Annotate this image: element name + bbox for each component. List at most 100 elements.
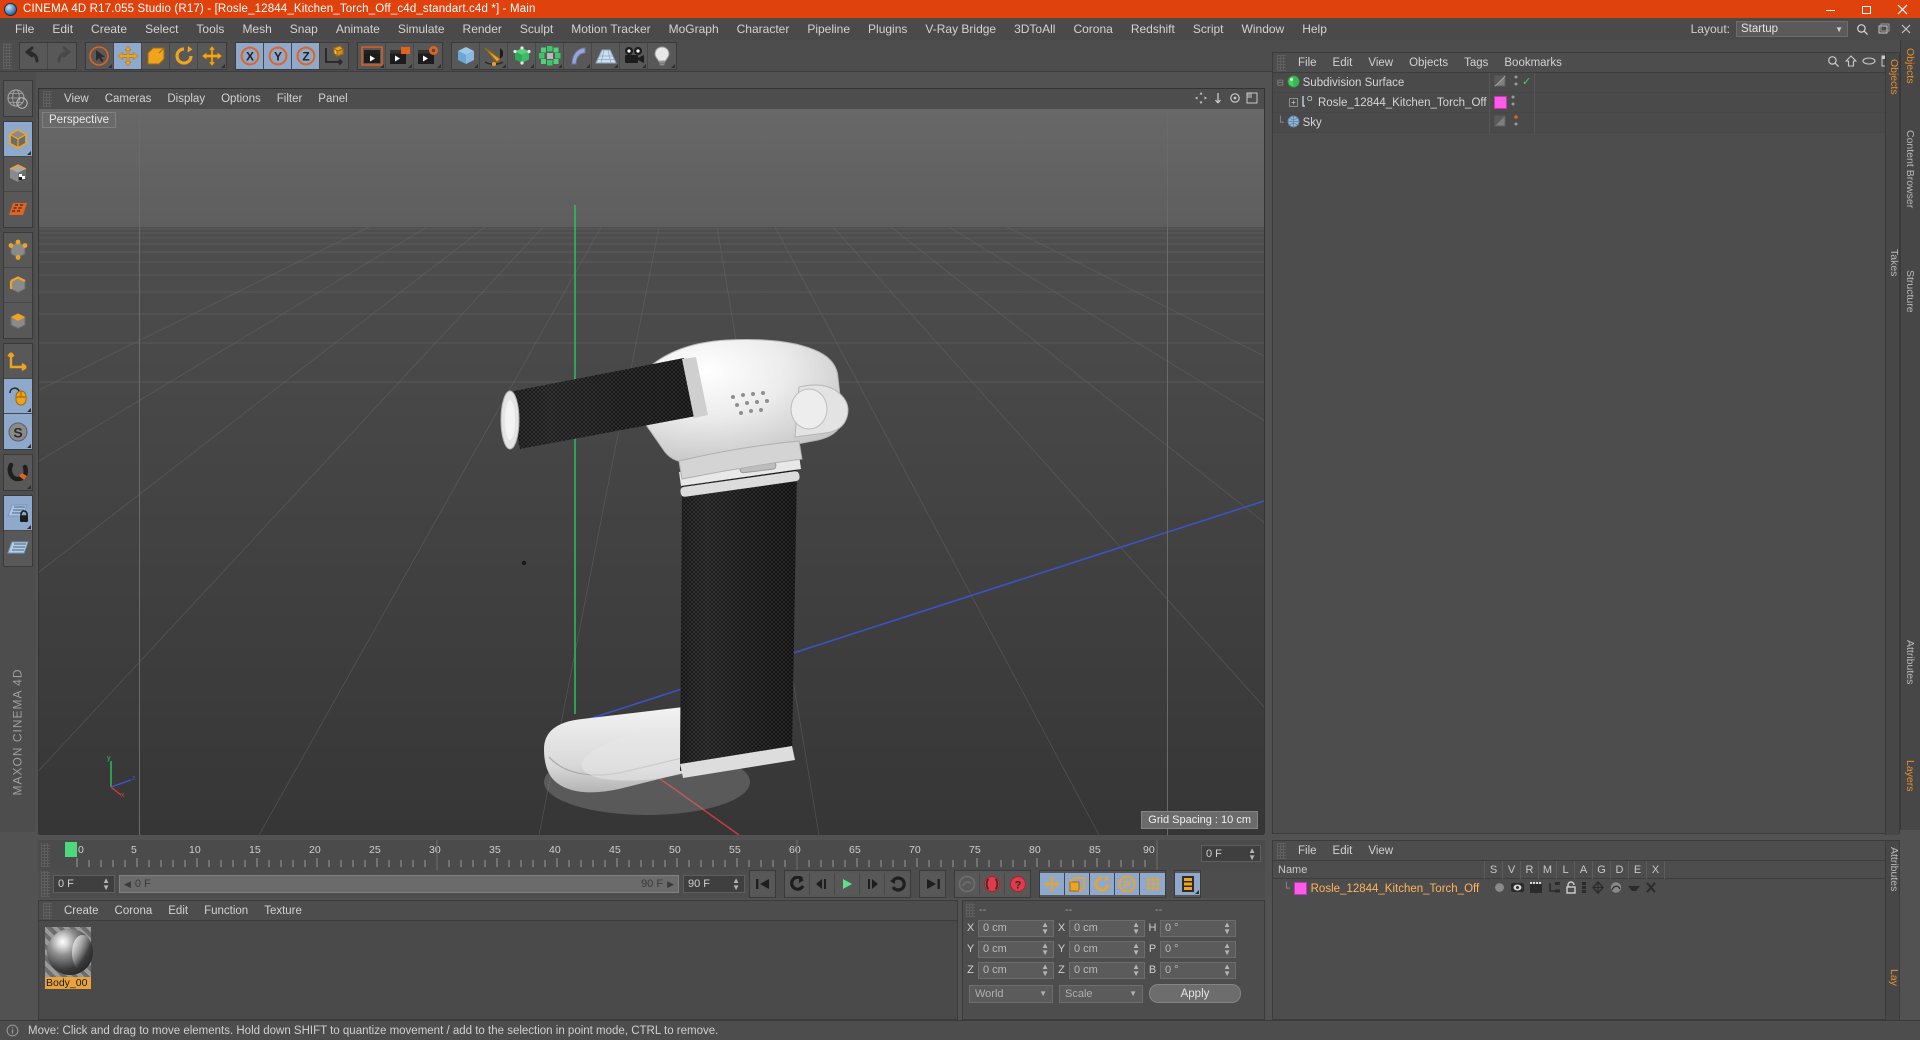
menu-plugins[interactable]: Plugins: [859, 18, 916, 40]
material-manager-grip[interactable]: [43, 902, 52, 919]
loop-icon[interactable]: [885, 873, 910, 895]
workplane-icon[interactable]: [4, 531, 32, 566]
coord-field-size-y[interactable]: 0 cm ▲ ▼: [1069, 940, 1145, 958]
move-icon[interactable]: [114, 42, 142, 69]
attr-menu-view[interactable]: View: [1360, 841, 1401, 861]
menu-render[interactable]: Render: [454, 18, 511, 40]
layer-render-icon[interactable]: [1529, 881, 1543, 897]
zoom-view-icon[interactable]: [1212, 92, 1224, 107]
range-left-arrow-icon[interactable]: ◀: [124, 879, 131, 890]
axis-x-icon[interactable]: X: [236, 42, 264, 69]
key-points-icon[interactable]: [1140, 873, 1165, 895]
layer-deformer-icon[interactable]: [1609, 881, 1623, 897]
minimize-button[interactable]: [1812, 0, 1848, 18]
timeline-toggle-icon[interactable]: [1175, 873, 1200, 895]
render-settings-icon[interactable]: [414, 42, 442, 69]
matmgr-menu-create[interactable]: Create: [56, 901, 107, 921]
menu-script[interactable]: Script: [1184, 18, 1233, 40]
key-parameter-icon[interactable]: P: [1115, 873, 1140, 895]
axis-z-icon[interactable]: Z: [292, 42, 320, 69]
expand-icon[interactable]: +: [1289, 98, 1298, 107]
move-world-icon[interactable]: [198, 42, 226, 69]
layer-generator-icon[interactable]: [1591, 880, 1605, 897]
dot-column-icon[interactable]: [1514, 74, 1518, 91]
rotate-view-icon[interactable]: [1229, 92, 1241, 107]
select-live-icon[interactable]: [86, 42, 114, 69]
step-backward-icon[interactable]: [810, 873, 835, 895]
step-forward-icon[interactable]: [860, 873, 885, 895]
object-tag-cell[interactable]: ✓: [1490, 72, 1535, 93]
object-row-sky[interactable]: └ Sky: [1273, 112, 1899, 133]
viewport-grip[interactable]: [43, 91, 52, 107]
matmgr-menu-texture[interactable]: Texture: [256, 901, 310, 921]
layer-xpresso-icon[interactable]: [1645, 881, 1657, 897]
go-to-end-icon[interactable]: [920, 873, 945, 895]
menu-sculpt[interactable]: Sculpt: [511, 18, 562, 40]
objmgr-menu-tags[interactable]: Tags: [1456, 53, 1496, 73]
polygon-grid-icon[interactable]: [4, 192, 32, 227]
pan-view-icon[interactable]: [1195, 91, 1207, 107]
points-mode-icon[interactable]: [4, 233, 32, 268]
object-manager-grip[interactable]: [1277, 54, 1286, 71]
layer-manager-icon[interactable]: [1547, 881, 1561, 897]
selection-cube-icon[interactable]: [4, 122, 32, 157]
objmgr-menu-objects[interactable]: Objects: [1401, 53, 1456, 73]
axis-y-icon[interactable]: Y: [264, 42, 292, 69]
material-list[interactable]: Body_00: [39, 921, 957, 1019]
spinner-icon[interactable]: ▲ ▼: [1132, 963, 1140, 978]
objmgr-go-up-icon[interactable]: [1844, 55, 1858, 70]
transport-grip[interactable]: [41, 871, 50, 897]
keyframe-help-icon[interactable]: ?: [1005, 873, 1030, 895]
menu-help[interactable]: Help: [1293, 18, 1336, 40]
edge-tab-attributes[interactable]: Attributes: [1901, 640, 1920, 684]
viewport-menu-cameras[interactable]: Cameras: [97, 89, 160, 109]
play-backward-icon[interactable]: [785, 873, 810, 895]
menu-simulate[interactable]: Simulate: [389, 18, 454, 40]
spinner-icon[interactable]: ▲ ▼: [1132, 921, 1140, 936]
go-to-start-icon[interactable]: [750, 873, 775, 895]
redo-icon[interactable]: [48, 42, 76, 69]
material-item[interactable]: Body_00: [45, 927, 93, 1013]
coordinates-grip[interactable]: [966, 903, 975, 917]
viewport-menu-options[interactable]: Options: [213, 89, 269, 109]
timeline-frame-field[interactable]: 0 F ▲ ▼: [1201, 845, 1261, 862]
viewport-menu-view[interactable]: View: [56, 89, 97, 109]
spinner-icon[interactable]: ▲ ▼: [1223, 942, 1231, 957]
object-tag-cell[interactable]: [1490, 112, 1535, 133]
spinner-icon[interactable]: ▲ ▼: [1223, 963, 1231, 978]
menu-character[interactable]: Character: [728, 18, 799, 40]
layer-expression-icon[interactable]: [1627, 881, 1641, 897]
spinner-icon[interactable]: ▲ ▼: [1223, 921, 1231, 936]
edge-tab-content-browser[interactable]: Content Browser: [1901, 130, 1920, 208]
attribute-row-rosle-torch[interactable]: └ Rosle_12844_Kitchen_Torch_Off: [1273, 879, 1899, 898]
attr-menu-file[interactable]: File: [1290, 841, 1325, 861]
viewport-perspective-tab[interactable]: Perspective: [42, 112, 117, 128]
menu-file[interactable]: File: [6, 18, 43, 40]
objmgr-search-icon[interactable]: [1827, 55, 1840, 71]
attribute-manager-grip[interactable]: [1277, 842, 1286, 859]
coord-field-pos-y[interactable]: 0 cm ▲ ▼: [978, 940, 1054, 958]
edge-tab-layers[interactable]: Layers: [1901, 760, 1920, 792]
light-icon[interactable]: [648, 42, 676, 69]
coord-field-size-x[interactable]: 0 cm ▲ ▼: [1069, 919, 1145, 937]
coord-field-pos-z[interactable]: 0 cm ▲ ▼: [978, 961, 1054, 979]
spinner-icon[interactable]: ▲ ▼: [1041, 921, 1049, 936]
viewport-menu-panel[interactable]: Panel: [310, 89, 355, 109]
coordinate-system-dropdown[interactable]: World ▼: [969, 984, 1053, 1003]
menu-pipeline[interactable]: Pipeline: [798, 18, 859, 40]
coord-field-size-z[interactable]: 0 cm ▲ ▼: [1069, 961, 1145, 979]
layer-solo-icon[interactable]: [1493, 881, 1506, 897]
edge-tab-structure[interactable]: Structure: [1901, 270, 1920, 313]
maximize-view-icon[interactable]: [1246, 92, 1258, 107]
visibility-dots-icon[interactable]: [1494, 74, 1510, 91]
matmgr-menu-edit[interactable]: Edit: [160, 901, 196, 921]
menu-3dtoall[interactable]: 3DToAll: [1005, 18, 1064, 40]
menu-animate[interactable]: Animate: [327, 18, 389, 40]
viewport-menu-filter[interactable]: Filter: [269, 89, 311, 109]
edges-mode-icon[interactable]: [4, 268, 32, 303]
menu-create[interactable]: Create: [82, 18, 136, 40]
spinner-icon[interactable]: ▲ ▼: [1248, 846, 1256, 861]
objmgr-menu-file[interactable]: File: [1290, 53, 1325, 73]
polygons-mode-icon[interactable]: [4, 303, 32, 338]
spinner-icon[interactable]: ▲ ▼: [732, 877, 740, 892]
